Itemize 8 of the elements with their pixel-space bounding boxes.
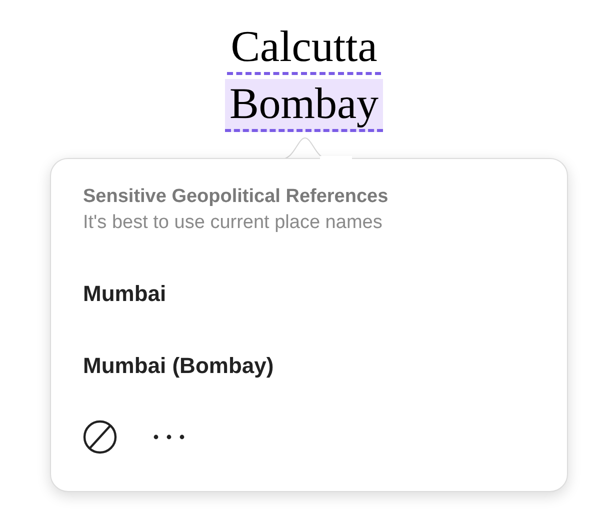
popover-subtitle: It's best to use current place names <box>83 211 384 235</box>
suggestion-item[interactable]: Mumbai (Bombay) <box>83 352 274 380</box>
popover-title: Sensitive Geopolitical References <box>83 185 390 209</box>
document-word: Bombay <box>225 79 383 132</box>
suggestion-item[interactable]: Mumbai <box>83 280 166 308</box>
more-icon[interactable] <box>153 434 185 440</box>
ignore-icon[interactable] <box>83 420 117 454</box>
document-word: Calcutta <box>226 22 382 75</box>
